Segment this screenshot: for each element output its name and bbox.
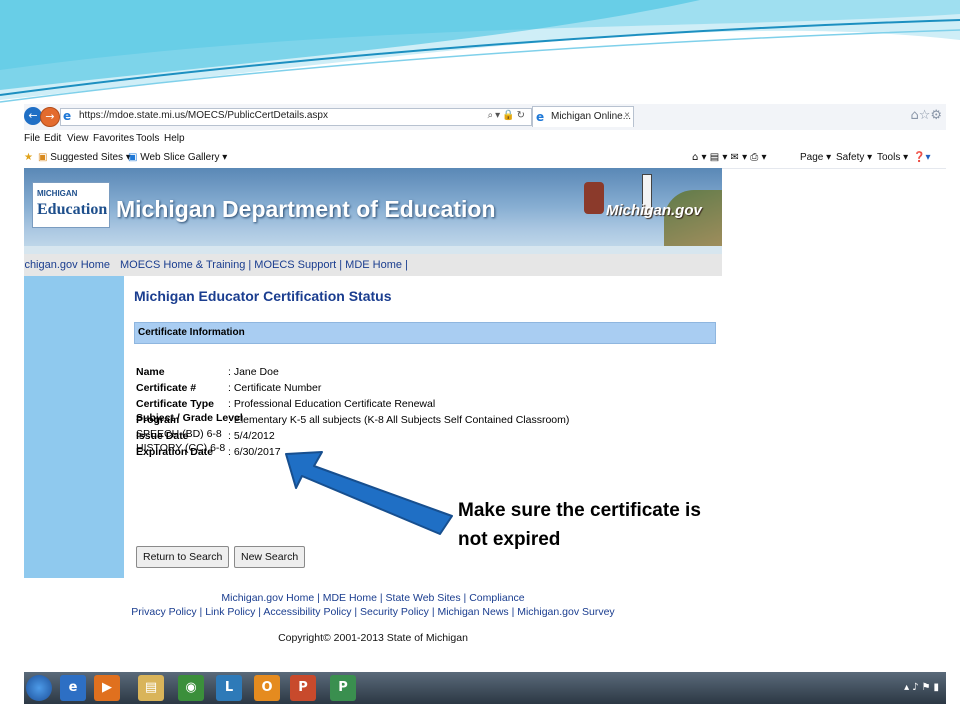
callout-text: Make sure the certificate is not expired: [458, 496, 758, 554]
arrow-shape: [285, 451, 453, 535]
callout-line-1: Make sure the certificate is: [458, 500, 701, 521]
callout-line-2: not expired: [458, 529, 561, 550]
callout-arrow: [285, 451, 453, 535]
